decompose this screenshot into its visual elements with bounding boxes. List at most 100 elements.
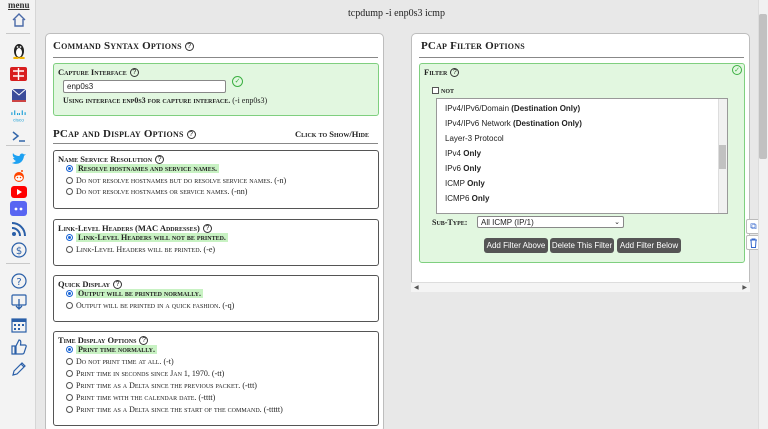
radio-selected[interactable] [66,165,73,172]
redhat-icon[interactable] [10,65,27,82]
quick-display-title: Quick Display? [58,279,122,289]
delete-filter-button[interactable]: Delete This Filter [550,238,614,253]
sidebar-divider [6,263,30,264]
name-service-option-2[interactable]: Do not resolve hostnames but do resolve … [66,176,286,185]
svg-text:cisco: cisco [13,117,24,122]
add-filter-below-button[interactable]: Add Filter Below [617,238,681,253]
filter-title: Filter? [424,67,460,77]
help-icon[interactable]: ? [139,336,149,345]
mail-icon[interactable] [10,86,27,103]
list-item[interactable]: IPv6 Only [445,164,481,173]
pencil-icon[interactable] [10,360,27,377]
radio[interactable] [66,177,73,184]
help-icon[interactable]: ? [184,42,194,51]
time-display-option-1[interactable]: Print time normally. [66,345,158,354]
help-icon[interactable]: ? [450,68,460,77]
filter-type-listbox[interactable]: IPv4/IPv6/Domain (Destination Only) IPv4… [436,98,728,214]
list-item[interactable]: Layer-3 Protocol [445,134,504,143]
list-item[interactable]: ICMP Only [445,179,485,188]
help-icon[interactable]: ? [155,155,165,164]
show-hide-toggle[interactable]: Click to Show/Hide [295,129,369,139]
radio[interactable] [66,246,73,253]
chevron-down-icon: ⌄ [614,219,620,226]
command-syntax-title: Command Syntax Options? [53,40,194,52]
menu-link[interactable]: menu [8,0,30,10]
rss-icon[interactable] [10,220,27,237]
scroll-thumb[interactable] [719,145,726,169]
valid-check-icon: ✓ [232,76,243,87]
valid-check-icon: ✓ [732,65,742,75]
link-level-title: Link-Level Headers (MAC Addresses)? [58,223,212,233]
capture-interface-status: Using interface enp0s3 for capture inter… [63,96,268,105]
radio[interactable] [66,358,73,365]
not-checkbox[interactable]: not [432,86,454,95]
list-item[interactable]: IPv4 Only [445,149,481,158]
help-icon[interactable]: ? [10,272,27,289]
list-item[interactable]: ICMP6 Only [445,194,489,203]
dollar-icon[interactable]: $ [10,241,27,258]
quick-display-option-2[interactable]: Output will be printed in a quick fashio… [66,301,234,310]
name-service-option-1[interactable]: Resolve hostnames and service names. [66,164,220,173]
help-icon[interactable]: ? [186,130,196,139]
sidebar-divider [6,33,30,34]
youtube-icon[interactable] [10,183,27,200]
help-icon[interactable]: ? [113,280,122,289]
help-icon[interactable]: ? [202,224,212,233]
radio[interactable] [66,302,73,309]
page-scrollbar[interactable] [758,0,768,429]
divider [53,143,378,144]
time-display-option-5[interactable]: Print time with the calendar date. (-ttt… [66,393,215,402]
list-item[interactable]: IPv4/IPv6 Network (Destination Only) [445,119,582,128]
terminal-icon[interactable] [10,127,27,144]
subtype-label: Sub-Type: [432,218,468,227]
subtype-select[interactable]: All ICMP (IP/1) ⌄ [477,216,624,228]
svg-text:?: ? [16,277,21,288]
radio[interactable] [66,370,73,377]
sidebar: menu cisco $ ? [0,0,36,429]
radio[interactable] [66,188,73,195]
radio-selected[interactable] [66,346,73,353]
link-level-box: Link-Level Headers (MAC Addresses)? [53,219,379,266]
name-service-title: Name Service Resolution? [58,154,165,164]
capture-interface-input[interactable]: enp0s3 [63,80,226,93]
radio-selected[interactable] [66,290,73,297]
scroll-left-icon[interactable]: ◀ [414,284,419,291]
radio[interactable] [66,406,73,413]
listbox-scrollbar[interactable] [718,99,727,213]
list-item[interactable]: IPv4/IPv6/Domain (Destination Only) [445,104,580,113]
divider [419,57,744,58]
radio[interactable] [66,394,73,401]
linux-icon[interactable] [10,42,27,59]
twitter-icon[interactable] [10,150,27,167]
time-display-option-3[interactable]: Print time in seconds since Jan 1, 1970.… [66,369,224,378]
filter-panel-hscrollbar[interactable]: ◀ ▶ [411,282,750,292]
scroll-thumb[interactable] [759,14,767,159]
link-level-option-2[interactable]: Link-Level Headers will be printed. (-e) [66,245,215,254]
quick-display-box: Quick Display? [53,275,379,322]
page-title: tcpdump -i enp0s3 icmp [348,7,445,19]
svg-text:$: $ [15,246,21,257]
radio[interactable] [66,382,73,389]
scroll-right-icon[interactable]: ▶ [742,284,747,291]
name-service-option-3[interactable]: Do not resolve hostnames or service name… [66,187,247,196]
help-icon[interactable]: ? [129,68,139,77]
add-filter-above-button[interactable]: Add Filter Above [484,238,548,253]
discord-icon[interactable] [10,200,27,217]
radio-selected[interactable] [66,234,73,241]
checkbox[interactable] [432,87,439,94]
capture-interface-title: Capture Interface? [58,67,139,77]
download-icon[interactable] [10,293,27,310]
time-display-option-4[interactable]: Print time as a Delta since the previous… [66,381,257,390]
calendar-icon[interactable] [10,316,27,333]
link-level-option-1[interactable]: Link-Level Headers will not be printed. [66,233,228,242]
quick-display-option-1[interactable]: Output will be printed normally. [66,289,204,298]
home-icon[interactable] [10,11,27,28]
sidebar-divider [6,145,30,146]
reddit-icon[interactable] [10,167,27,184]
time-display-option-2[interactable]: Do not print time at all. (-t) [66,357,174,366]
time-display-title: Time Display Options? [58,335,149,345]
divider [53,57,378,58]
time-display-option-6[interactable]: Print time as a Delta since the start of… [66,405,283,414]
cisco-icon[interactable]: cisco [10,107,27,124]
thumbs-up-icon[interactable] [10,338,27,355]
